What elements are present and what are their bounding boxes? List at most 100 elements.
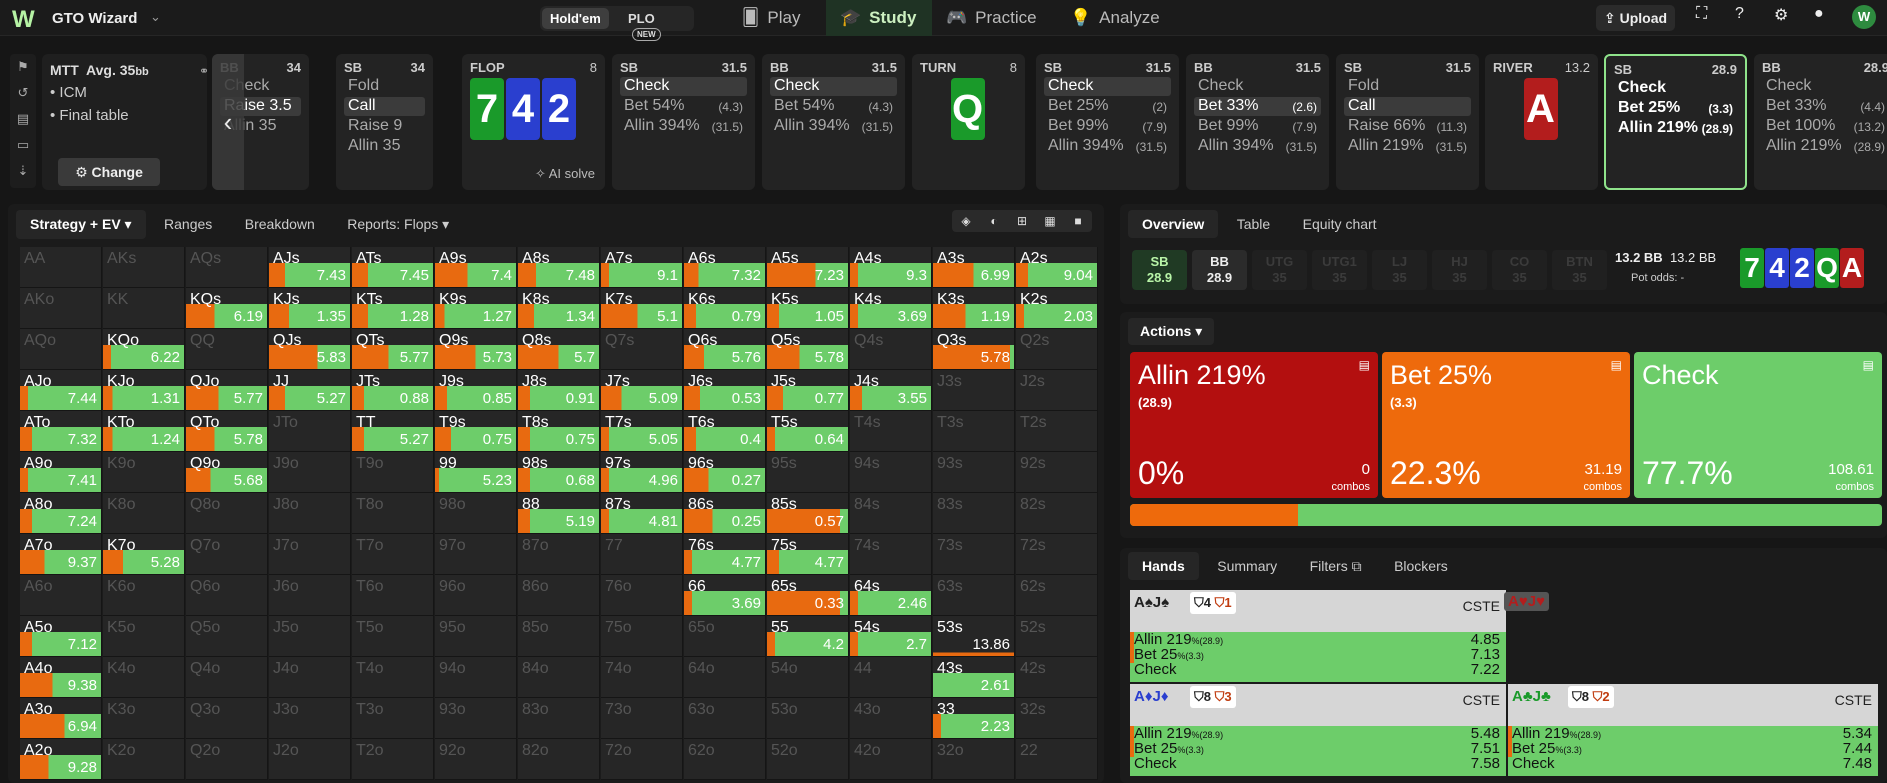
action-option[interactable]: Allin 394% (31.5) bbox=[620, 117, 747, 136]
hand-cell[interactable]: AKs bbox=[103, 247, 185, 288]
nav-play[interactable]: 🂠 Play bbox=[742, 0, 800, 36]
action-option[interactable]: Check bbox=[620, 77, 747, 96]
hand-cell[interactable]: 0.75 T9s bbox=[435, 411, 517, 452]
hand-cell[interactable]: 5.78 Q3s bbox=[933, 329, 1015, 370]
hand-cell[interactable]: 6.22 KQo bbox=[103, 329, 185, 370]
hand-cell[interactable]: 7.48 A8s bbox=[518, 247, 600, 288]
hand-cell[interactable]: 92s bbox=[1016, 452, 1098, 493]
tab-summary[interactable]: Summary bbox=[1203, 552, 1291, 580]
hand-cell[interactable]: 1.31 KJo bbox=[103, 370, 185, 411]
hand-cell[interactable]: 2.23 33 bbox=[933, 698, 1015, 739]
action-option[interactable]: Call bbox=[1344, 97, 1471, 116]
seat-hj[interactable]: HJ 35 bbox=[1432, 250, 1487, 290]
hand-cell[interactable]: 95o bbox=[435, 616, 517, 657]
hand-cell[interactable]: 7.32 A6s bbox=[684, 247, 766, 288]
hand-cell[interactable]: 0.77 J5s bbox=[767, 370, 849, 411]
hand-cell[interactable]: 5.77 QTs bbox=[352, 329, 434, 370]
details-icon[interactable]: ▤ bbox=[1863, 358, 1874, 372]
hand-cell[interactable]: 4.81 87s bbox=[601, 493, 683, 534]
hand-cell[interactable]: J6o bbox=[269, 575, 351, 616]
hand-cell[interactable]: 0.91 J8s bbox=[518, 370, 600, 411]
hand-cell[interactable]: 72s bbox=[1016, 534, 1098, 575]
action-option[interactable]: Bet 54% (4.3) bbox=[770, 97, 897, 116]
gamepad-icon[interactable]: ▭ bbox=[10, 132, 36, 158]
hand-cell[interactable]: 1.24 KTo bbox=[103, 411, 185, 452]
tab-filters[interactable]: Filters ⧉ bbox=[1296, 552, 1376, 581]
hand-cell[interactable]: 4.77 76s bbox=[684, 534, 766, 575]
hand-cell[interactable]: 1.34 K8s bbox=[518, 288, 600, 329]
hand-cell[interactable]: 84s bbox=[850, 493, 932, 534]
action-box[interactable]: Check 77.7% 108.61 combos ▤ bbox=[1634, 352, 1882, 498]
hand-cell[interactable]: 83s bbox=[933, 493, 1015, 534]
action-option[interactable]: Allin 394% (31.5) bbox=[1194, 137, 1321, 156]
details-icon[interactable]: ▤ bbox=[1611, 358, 1622, 372]
hand-cell[interactable]: 52s bbox=[1016, 616, 1098, 657]
hand-cell[interactable]: 7.32 ATo bbox=[20, 411, 102, 452]
action-option[interactable]: Bet 100% (13.2) bbox=[1762, 117, 1887, 136]
hand-cell[interactable]: T4o bbox=[352, 657, 434, 698]
hand-cell[interactable]: K9o bbox=[103, 452, 185, 493]
gear-icon[interactable]: ⚙ bbox=[1774, 5, 1788, 31]
hand-card[interactable]: A♠J♠ ⛉4 ⛉1 CSTE Allin 219%(28.9) 4.85 Bet 25%… bbox=[1130, 590, 1506, 682]
hand-cell[interactable]: 5.27 JJ bbox=[269, 370, 351, 411]
action-option[interactable]: Bet 99% (7.9) bbox=[1044, 117, 1171, 136]
hand-cell[interactable]: 0.85 J9s bbox=[435, 370, 517, 411]
hand-cell[interactable]: Q4o bbox=[186, 657, 268, 698]
hand-cell[interactable]: 42o bbox=[850, 739, 932, 780]
action-option[interactable]: Bet 99% (7.9) bbox=[1194, 117, 1321, 136]
hand-cell[interactable]: 52o bbox=[767, 739, 849, 780]
hand-cell[interactable]: 7.45 ATs bbox=[352, 247, 434, 288]
tab-overview[interactable]: Overview bbox=[1128, 210, 1219, 238]
hand-cell[interactable]: 7.41 A9o bbox=[20, 452, 102, 493]
hand-cell[interactable]: 9.04 A2s bbox=[1016, 247, 1098, 288]
action-option[interactable]: Check bbox=[1614, 79, 1737, 98]
action-option[interactable]: Bet 33% (4.4) bbox=[1762, 97, 1887, 116]
hand-cell[interactable]: AQs bbox=[186, 247, 268, 288]
hand-cell[interactable]: 6.19 KQs bbox=[186, 288, 268, 329]
action-option[interactable]: Allin 394% (31.5) bbox=[770, 117, 897, 136]
action-option[interactable]: Check bbox=[1194, 77, 1321, 96]
hand-cell[interactable]: 73o bbox=[601, 698, 683, 739]
hand-cell[interactable]: 94s bbox=[850, 452, 932, 493]
hand-cell[interactable]: 3.69 66 bbox=[684, 575, 766, 616]
scroll-left-arrow-icon[interactable]: ‹ bbox=[212, 54, 244, 190]
hand-cell[interactable]: 95s bbox=[767, 452, 849, 493]
hand-cell[interactable]: 84o bbox=[518, 657, 600, 698]
hand-cell[interactable]: 53o bbox=[767, 698, 849, 739]
hand-cell[interactable]: 74s bbox=[850, 534, 932, 575]
action-option[interactable]: Fold bbox=[344, 77, 425, 96]
tab-reports-flops[interactable]: Reports: Flops ▾ bbox=[333, 210, 463, 239]
hand-cell[interactable]: 5.09 J7s bbox=[601, 370, 683, 411]
action-option[interactable]: Bet 33% (2.6) bbox=[1194, 97, 1321, 116]
action-option[interactable]: Raise 66% (11.3) bbox=[1344, 117, 1471, 136]
view-mode-2-icon[interactable]: ◐ bbox=[980, 210, 1008, 232]
hand-cell[interactable]: 87o bbox=[518, 534, 600, 575]
hand-cell[interactable]: Q2o bbox=[186, 739, 268, 780]
details-icon[interactable]: ▤ bbox=[1359, 358, 1370, 372]
hand-cell[interactable]: 75o bbox=[601, 616, 683, 657]
square-icon[interactable]: ■ bbox=[1064, 210, 1092, 232]
hand-cell[interactable]: 0.75 T8s bbox=[518, 411, 600, 452]
street-node-turn[interactable]: TURN 8 Q bbox=[912, 54, 1025, 190]
collapse-icon[interactable]: ⇣ bbox=[10, 158, 36, 184]
hand-cell[interactable]: 97o bbox=[435, 534, 517, 575]
hand-cell[interactable]: Q6o bbox=[186, 575, 268, 616]
street-node-river[interactable]: RIVER 13.2 A bbox=[1485, 54, 1598, 190]
hand-cell[interactable]: 32o bbox=[933, 739, 1015, 780]
seat-sb[interactable]: SB 28.9 bbox=[1132, 250, 1187, 290]
hand-cell[interactable]: T3o bbox=[352, 698, 434, 739]
hand-cell[interactable]: 32s bbox=[1016, 698, 1098, 739]
hand-cell[interactable]: A6o bbox=[20, 575, 102, 616]
hand-cell[interactable]: 9.38 A4o bbox=[20, 657, 102, 698]
action-option[interactable]: Fold bbox=[1344, 77, 1471, 96]
hand-cell[interactable]: Q7s bbox=[601, 329, 683, 370]
settings-link-icon[interactable]: ⚭ bbox=[199, 64, 209, 78]
hand-cell[interactable]: 0.88 JTs bbox=[352, 370, 434, 411]
nav-study[interactable]: 🎓 Study bbox=[826, 0, 933, 36]
hand-cell[interactable]: 72o bbox=[601, 739, 683, 780]
action-option[interactable]: Call bbox=[344, 97, 425, 116]
action-option[interactable]: Allin 219% (28.9) bbox=[1762, 137, 1887, 156]
seat-co[interactable]: CO 35 bbox=[1492, 250, 1547, 290]
hand-cell[interactable]: 4.77 75s bbox=[767, 534, 849, 575]
avatar[interactable]: W bbox=[1852, 5, 1876, 29]
